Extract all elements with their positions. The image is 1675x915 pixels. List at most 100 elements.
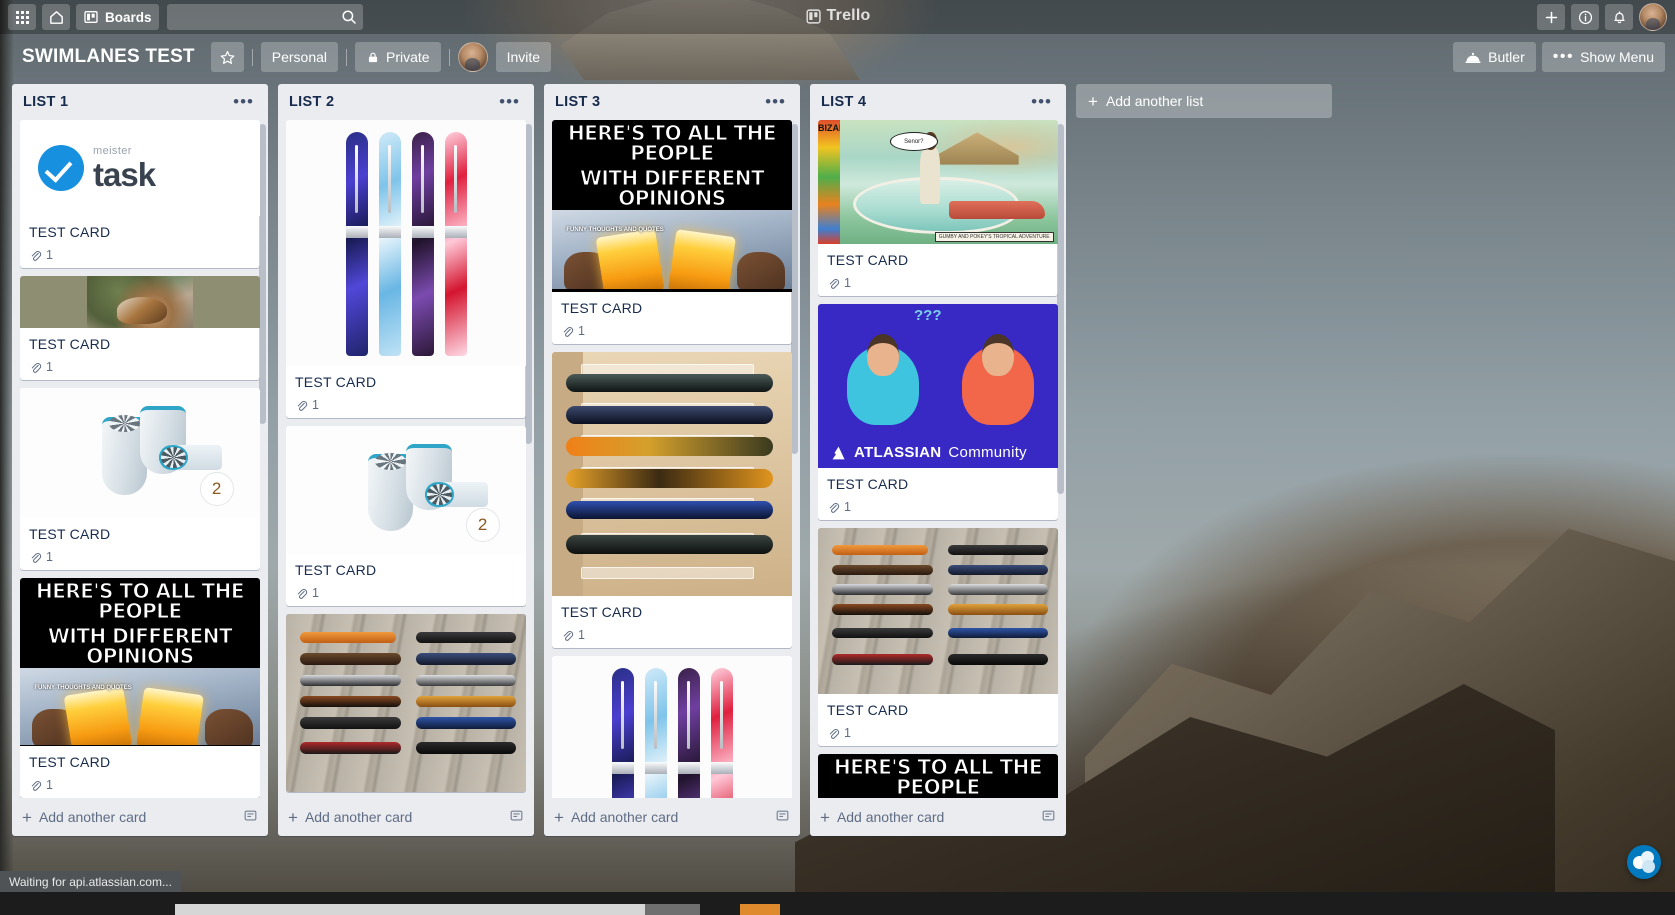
card-template-icon[interactable] <box>1041 808 1056 826</box>
butler-button[interactable]: Butler <box>1453 42 1536 72</box>
meme-line-1: HERE'S TO ALL THE PEOPLE <box>833 755 1043 798</box>
card-template-icon[interactable] <box>775 808 790 826</box>
card[interactable]: BIZARRO Senor? GUMBY AND POKEY'S TROPICA… <box>818 120 1058 296</box>
notifications-button[interactable] <box>1605 4 1633 30</box>
attachment-badge: 1 <box>29 778 53 792</box>
card[interactable]: 2 TEST CARD 1 <box>286 426 526 606</box>
card-cover-bizarro-comic: BIZARRO Senor? GUMBY AND POKEY'S TROPICA… <box>818 120 1058 244</box>
star-board-button[interactable] <box>210 42 244 72</box>
card[interactable]: meister task TEST CARD 1 <box>20 120 260 268</box>
add-card-label: Add another card <box>836 809 945 825</box>
card-cover-water-filter-cartridges: 2 <box>286 426 526 554</box>
meistertask-large-text: task <box>93 155 156 193</box>
card-template-icon[interactable] <box>509 808 524 826</box>
taskbar-item-2[interactable] <box>645 904 700 915</box>
card[interactable]: ??? ATLASSIAN Community TEST CARD 1 <box>818 304 1058 520</box>
attachment-count: 1 <box>46 550 53 564</box>
bell-icon <box>1613 10 1625 23</box>
card[interactable] <box>552 656 792 798</box>
list-3-actions-icon[interactable]: ••• <box>759 93 792 111</box>
list-3-cards: HERE'S TO ALL THE PEOPLE WITH DIFFERENT … <box>544 120 800 798</box>
boards-button[interactable]: Boards <box>76 4 159 30</box>
card[interactable]: TEST CARD 1 <box>552 352 792 648</box>
taskbar-item-1[interactable] <box>175 904 695 915</box>
meistertask-small-text: meister <box>93 144 132 157</box>
add-button[interactable] <box>1537 4 1565 30</box>
card-template-icon[interactable] <box>243 808 258 826</box>
header-divider-1 <box>251 48 253 66</box>
list-4-title[interactable]: LIST 4 <box>821 94 1025 110</box>
butler-label: Butler <box>1488 49 1525 65</box>
list-1-actions-icon[interactable]: ••• <box>227 93 260 111</box>
cover-badge-number: 2 <box>199 472 234 507</box>
meme-watermark: FUNNY THOUGHTS AND QUOTES <box>34 684 132 691</box>
list-2-title[interactable]: LIST 2 <box>289 94 493 110</box>
visibility-button[interactable]: Private <box>355 42 441 72</box>
card[interactable]: 2 TEST CARD 1 <box>20 388 260 570</box>
paperclip-icon <box>563 630 574 641</box>
paperclip-icon <box>297 588 308 599</box>
card-badges: 1 <box>29 550 251 564</box>
apps-grid-button[interactable] <box>8 4 36 30</box>
attachment-count: 1 <box>578 628 585 642</box>
card[interactable] <box>286 614 526 792</box>
card[interactable]: HERE'S TO ALL THE PEOPLE WITH DIFFERENT … <box>20 578 260 798</box>
list-1-scrollbar[interactable] <box>259 124 266 424</box>
invite-button[interactable]: Invite <box>495 42 552 72</box>
help-bubble-icon[interactable] <box>1627 845 1661 879</box>
show-menu-label: Show Menu <box>1580 49 1654 65</box>
user-avatar[interactable] <box>1639 3 1667 31</box>
list-2-actions-icon[interactable]: ••• <box>493 93 526 111</box>
paperclip-icon <box>31 250 42 261</box>
card[interactable]: TEST CARD 1 <box>818 528 1058 746</box>
list-3-title[interactable]: LIST 3 <box>555 94 759 110</box>
list-1-title[interactable]: LIST 1 <box>23 94 227 110</box>
list-1-add-card-button[interactable]: + Add another card <box>12 798 268 836</box>
card[interactable]: HERE'S TO ALL THE PEOPLE WITH DIFFERENT … <box>552 120 792 344</box>
comic-spine-title: BIZARRO <box>818 120 859 244</box>
card[interactable]: TEST CARD 1 <box>286 120 526 418</box>
list-4-scrollbar[interactable] <box>1057 124 1064 494</box>
card-badges: 1 <box>29 360 251 374</box>
list-3-scrollbar[interactable] <box>791 124 798 454</box>
attachment-count: 1 <box>312 586 319 600</box>
meme-line-3: AND WE'RE STILL FRIENDS <box>20 745 260 746</box>
card-title: TEST CARD <box>295 562 377 578</box>
list-1-cards: meister task TEST CARD 1 TEST CARD 1 2 T… <box>12 120 268 798</box>
list-4-add-card-button[interactable]: + Add another card <box>810 798 1066 836</box>
card-cover-pens-on-deck <box>286 614 526 792</box>
team-button[interactable]: Personal <box>260 42 339 72</box>
search-box[interactable] <box>166 4 363 30</box>
card[interactable]: TEST CARD 1 <box>20 276 260 380</box>
top-navigation-right <box>1537 3 1667 31</box>
list-3-add-card-button[interactable]: + Add another card <box>544 798 800 836</box>
list-2-scrollbar[interactable] <box>525 124 532 444</box>
card-cover-pens-on-deck <box>818 528 1058 694</box>
list-1: LIST 1 ••• meister task TEST CARD 1 TEST… <box>12 84 268 836</box>
paperclip-icon <box>563 326 574 337</box>
card[interactable]: HERE'S TO ALL THE PEOPLE WITH DIFFERENT … <box>818 754 1058 798</box>
board-canvas: LIST 1 ••• meister task TEST CARD 1 TEST… <box>0 80 1675 915</box>
plus-icon: + <box>1088 91 1098 111</box>
card-cover-four-fountain-pens <box>552 656 792 798</box>
list-4-actions-icon[interactable]: ••• <box>1025 93 1058 111</box>
header-divider-3 <box>448 48 450 66</box>
paperclip-icon <box>31 552 42 563</box>
taskbar-item-3[interactable] <box>740 904 780 915</box>
information-button[interactable] <box>1571 4 1599 30</box>
search-input[interactable] <box>166 4 363 30</box>
list-1-header: LIST 1 ••• <box>12 84 268 120</box>
atlassian-brand: ATLASSIAN <box>854 444 942 462</box>
home-button[interactable] <box>42 4 70 30</box>
member-avatar[interactable] <box>457 42 488 72</box>
meme-line-1: HERE'S TO ALL THE PEOPLE <box>567 121 777 166</box>
attachment-badge: 1 <box>827 500 851 514</box>
add-another-list-button[interactable]: + Add another list <box>1076 84 1332 118</box>
board-title[interactable]: SWIMLANES TEST <box>14 42 203 72</box>
plus-icon: + <box>554 807 564 827</box>
paperclip-icon <box>297 400 308 411</box>
card-title: TEST CARD <box>295 374 377 390</box>
trello-logo[interactable]: Trello <box>805 7 871 25</box>
show-menu-button[interactable]: ••• Show Menu <box>1541 42 1665 72</box>
list-2-add-card-button[interactable]: + Add another card <box>278 798 534 836</box>
